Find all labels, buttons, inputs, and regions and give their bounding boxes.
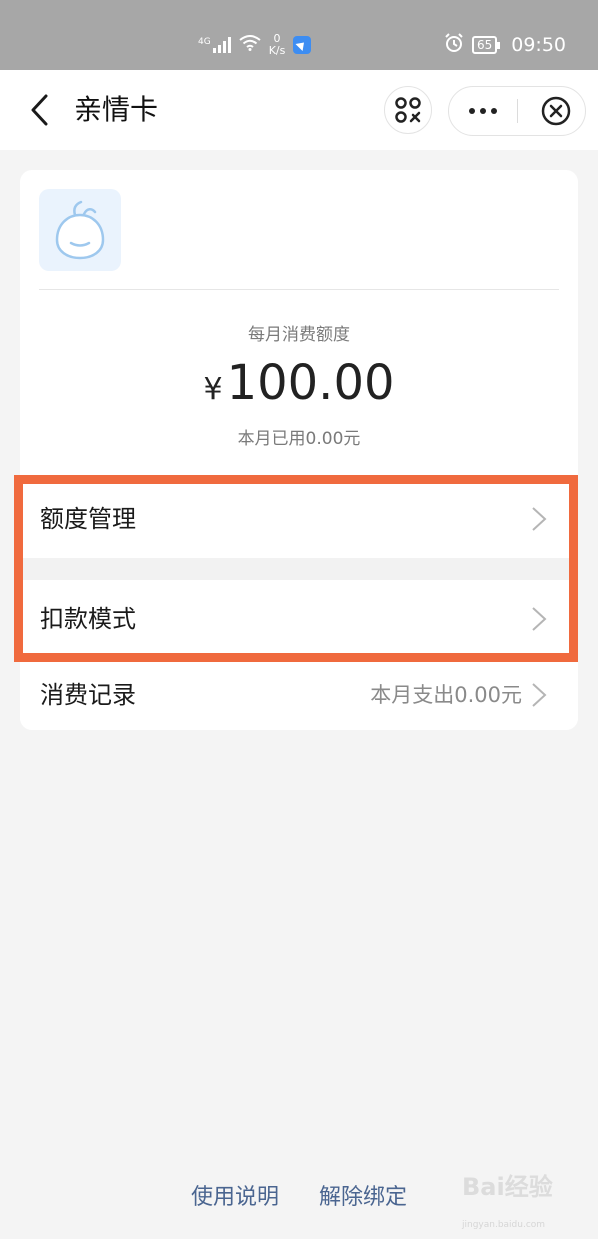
more-dot-icon xyxy=(480,108,486,114)
status-bar: 4G 0 K/s 65 09:50 xyxy=(0,0,598,70)
network-type: 4G xyxy=(198,37,211,47)
menu-item-label: 额度管理 xyxy=(40,505,136,533)
scan-button[interactable] xyxy=(384,86,432,134)
quota-used: 本月已用0.00元 xyxy=(237,429,361,449)
family-card: 每月消费额度 ¥ 100.00 本月已用0.00元 额度管理 扣款模式 消费记录… xyxy=(20,170,578,730)
amount-value: 100.00 xyxy=(226,355,395,411)
mini-program-capsule xyxy=(448,86,586,136)
menu-item-deduction-mode[interactable]: 扣款模式 xyxy=(20,580,578,658)
network-speed: 0 K/s xyxy=(269,33,286,57)
menu-gap xyxy=(20,558,578,580)
signal-icon: 4G xyxy=(198,37,231,53)
wifi-icon xyxy=(239,35,261,55)
speed-unit: K/s xyxy=(268,44,286,57)
menu-item-quota-management[interactable]: 额度管理 xyxy=(20,480,578,558)
status-center: 4G 0 K/s xyxy=(198,30,312,60)
unbind-link[interactable]: 解除绑定 xyxy=(319,1180,407,1216)
card-divider xyxy=(39,289,559,290)
quota-amount: ¥ 100.00 xyxy=(20,353,578,420)
capsule-divider xyxy=(517,99,518,123)
status-right: 65 09:50 xyxy=(444,30,566,60)
chevron-right-icon xyxy=(532,507,547,531)
menu-item-label: 消费记录 xyxy=(40,681,136,709)
close-circle-icon xyxy=(541,96,571,126)
currency-symbol: ¥ xyxy=(203,372,223,407)
baidu-jingyan-watermark: Bai经验 jingyan.baidu.com xyxy=(462,1170,592,1230)
nav-bar: 亲情卡 xyxy=(0,70,598,150)
more-button[interactable] xyxy=(449,87,517,135)
chevron-right-icon xyxy=(532,683,547,707)
more-dot-icon xyxy=(491,108,497,114)
menu-item-label: 扣款模式 xyxy=(40,605,136,633)
bun-mascot-icon xyxy=(55,200,105,260)
back-button[interactable] xyxy=(22,90,58,130)
chevron-right-icon xyxy=(532,607,547,631)
clock: 09:50 xyxy=(511,34,566,56)
more-dot-icon xyxy=(469,108,475,114)
page-title: 亲情卡 xyxy=(74,93,159,126)
quota-label: 每月消费额度 xyxy=(248,325,350,345)
close-button[interactable] xyxy=(527,87,585,135)
watermark-url: jingyan.baidu.com xyxy=(462,1220,546,1230)
avatar xyxy=(39,189,121,271)
scan-icon xyxy=(395,97,421,123)
usage-instructions-link[interactable]: 使用说明 xyxy=(191,1180,279,1216)
back-arrow-icon xyxy=(31,94,48,126)
battery-icon: 65 xyxy=(471,36,501,54)
app-notification-icon xyxy=(293,36,312,54)
alarm-icon xyxy=(444,32,464,58)
menu-item-spending-records[interactable]: 消费记录 本月支出0.00元 xyxy=(20,656,578,730)
monthly-spending-value: 本月支出0.00元 xyxy=(370,683,522,707)
watermark-text: Bai经验 xyxy=(462,1173,553,1201)
